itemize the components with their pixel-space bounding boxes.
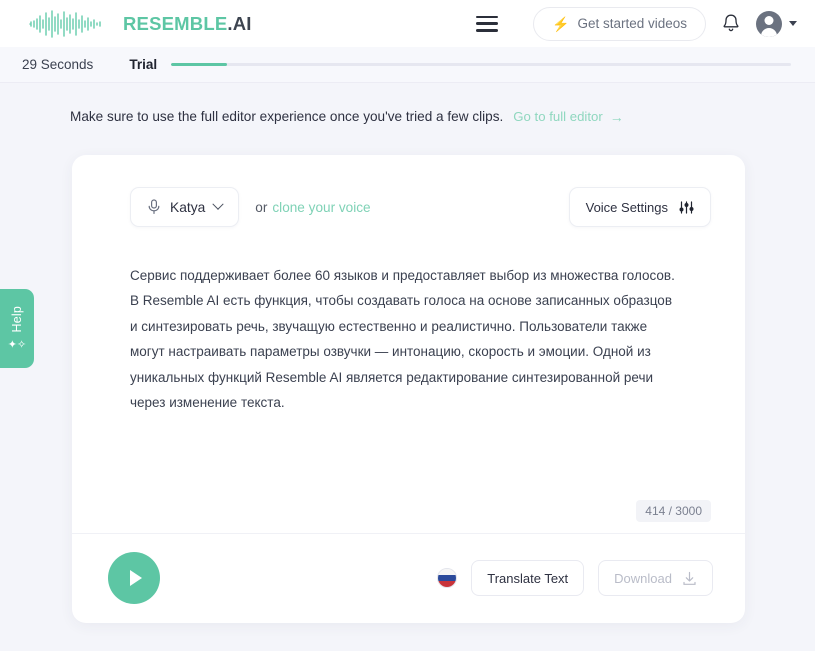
editor-toolbar: Katya or clone your voice Voice Settings	[72, 155, 745, 227]
sparkles-icon: ✦✧	[7, 338, 27, 351]
brand-name: RESEMBLE.AI	[123, 13, 252, 35]
help-tab-label: Help	[10, 306, 24, 333]
or-label: or	[255, 199, 268, 215]
voice-controls: Katya or clone your voice	[130, 187, 371, 227]
selected-voice-name: Katya	[170, 199, 206, 215]
seconds-remaining-label: 29 Seconds	[22, 57, 94, 72]
editor-footer: Translate Text Download	[72, 533, 745, 623]
account-menu-button[interactable]	[756, 10, 797, 37]
character-counter-wrap: 414 / 3000	[636, 500, 711, 522]
go-to-full-editor-label: Go to full editor	[513, 109, 603, 124]
translate-text-button[interactable]: Translate Text	[471, 560, 585, 596]
russia-flag-icon[interactable]	[437, 568, 458, 588]
voice-settings-button[interactable]: Voice Settings	[568, 187, 711, 227]
user-avatar-icon	[756, 10, 782, 37]
hamburger-menu-icon[interactable]	[476, 15, 498, 32]
microphone-icon	[148, 199, 160, 214]
translate-text-label: Translate Text	[487, 570, 569, 586]
get-started-videos-button[interactable]: ⚡ Get started videos	[533, 6, 706, 41]
chevron-down-icon	[212, 198, 224, 210]
play-button[interactable]	[108, 552, 160, 604]
speech-text-input[interactable]: Сервис поддерживает более 60 языков и пр…	[72, 227, 745, 415]
chevron-down-icon	[789, 21, 797, 26]
download-label: Download	[614, 570, 672, 586]
editor-hint-text: Make sure to use the full editor experie…	[70, 109, 504, 124]
brand-logo[interactable]: RESEMBLE.AI	[28, 9, 252, 39]
trial-progress-fill	[171, 62, 227, 67]
lightning-bolt-icon: ⚡	[552, 15, 570, 32]
footer-actions: Translate Text Download	[437, 560, 713, 596]
tts-editor-card: Katya or clone your voice Voice Settings…	[72, 155, 745, 623]
top-bar-actions: ⚡ Get started videos	[476, 0, 797, 47]
download-button[interactable]: Download	[598, 560, 713, 596]
get-started-videos-label: Get started videos	[577, 16, 687, 31]
go-to-full-editor-link[interactable]: Go to full editor →	[513, 109, 623, 124]
plan-label: Trial	[129, 57, 158, 72]
brand-name-accent: RESEMBLE	[123, 12, 228, 34]
play-icon	[130, 570, 142, 586]
waveform-icon	[29, 9, 101, 38]
download-icon	[683, 571, 696, 585]
character-counter: 414 / 3000	[636, 500, 711, 522]
voice-selector-dropdown[interactable]: Katya	[130, 187, 240, 227]
bell-icon	[723, 14, 739, 32]
top-navigation-bar: RESEMBLE.AI ⚡ Get started videos	[0, 0, 815, 47]
brand-name-suffix: .AI	[227, 12, 252, 34]
editor-hint-banner: Make sure to use the full editor experie…	[0, 83, 815, 124]
sliders-icon	[679, 200, 694, 214]
help-tab-button[interactable]: Help ✦✧	[0, 289, 34, 368]
arrow-right-icon: →	[609, 108, 624, 125]
trial-progress-bar	[171, 62, 791, 67]
voice-settings-label: Voice Settings	[585, 199, 668, 215]
trial-status-bar: 29 Seconds Trial	[0, 47, 815, 83]
notifications-button[interactable]	[721, 13, 741, 34]
clone-your-voice-link[interactable]: clone your voice	[272, 200, 370, 215]
